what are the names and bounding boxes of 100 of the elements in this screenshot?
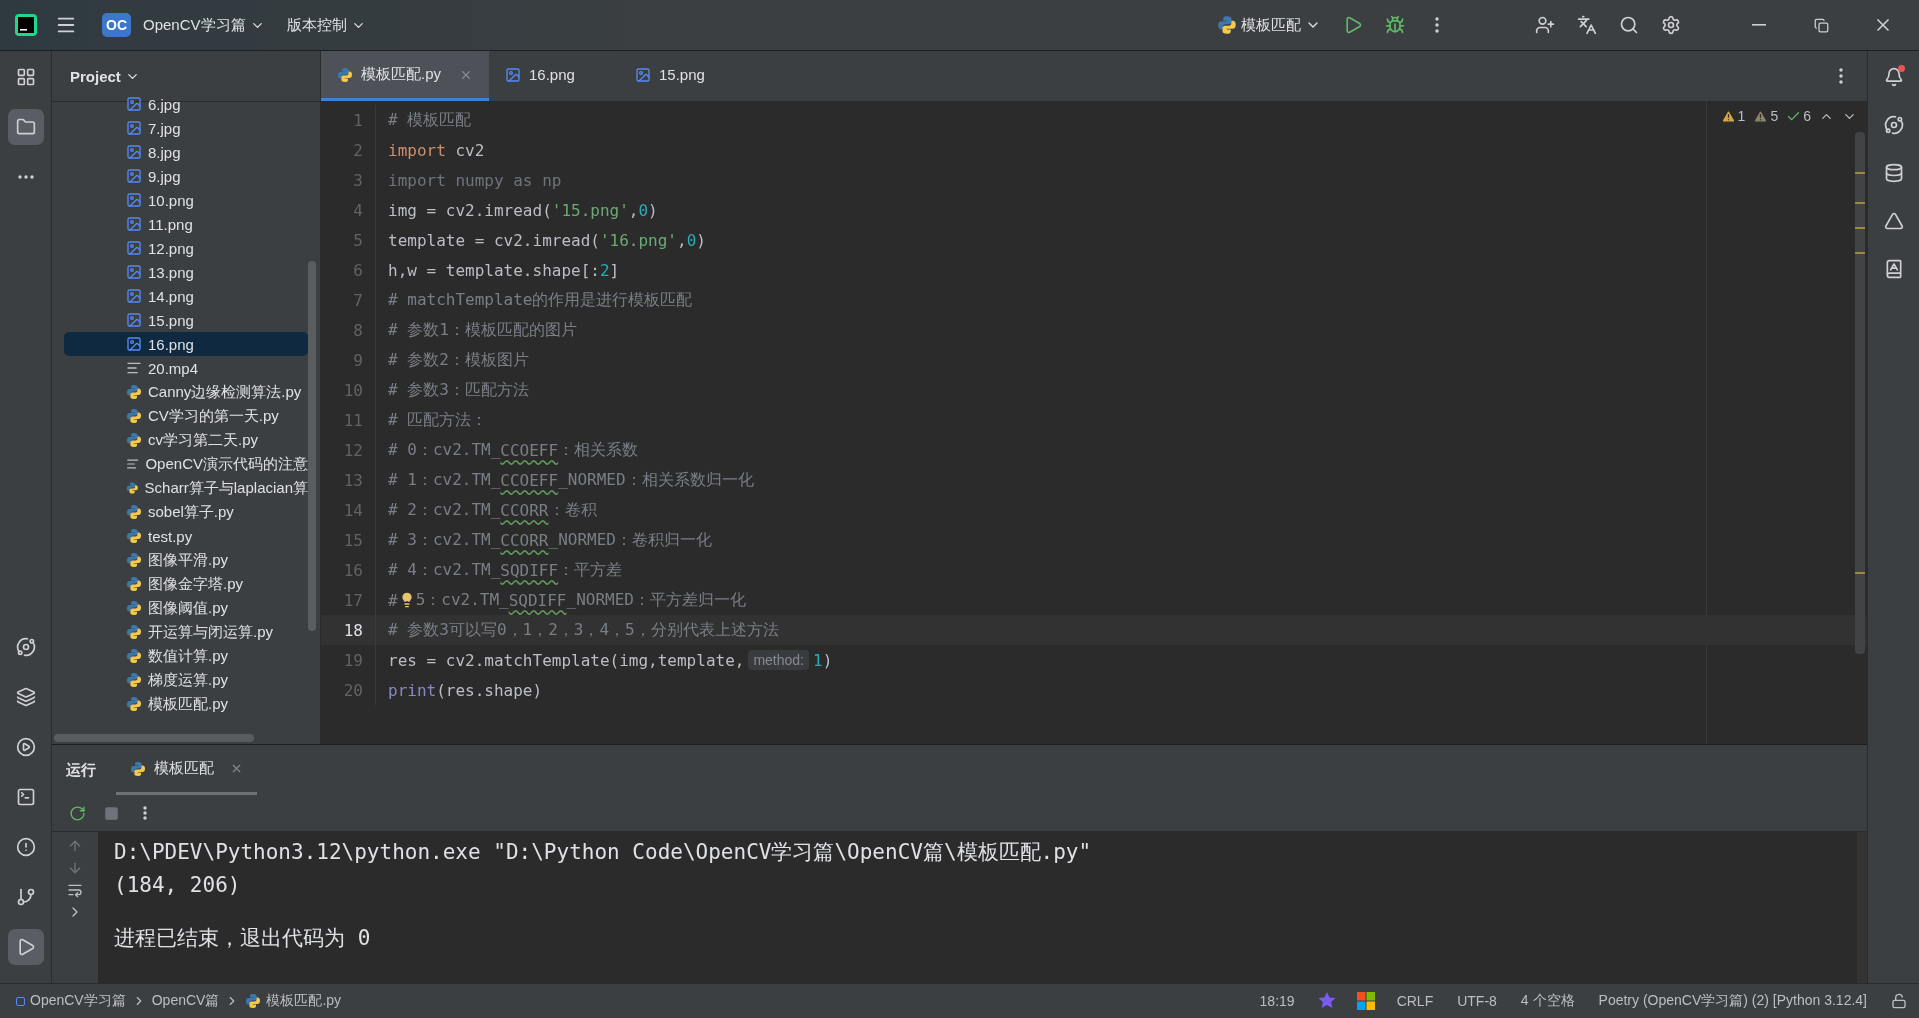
line-number: 17 [342,590,363,610]
line-number: 15 [342,530,363,550]
translate-icon [1577,15,1597,35]
windows-logo-icon[interactable] [1356,992,1375,1010]
image-file-icon [126,288,142,304]
image-file-icon [126,168,142,184]
file-tree-item[interactable]: 梯度运算.py [64,668,308,692]
scrollbar-thumb[interactable] [54,734,254,742]
unlocked-icon[interactable] [1891,993,1907,1009]
soft-wrap-icon[interactable] [67,882,83,898]
line-number: 6 [352,260,363,280]
file-tree-item[interactable]: 15.png [64,308,308,332]
image-file-icon [126,192,142,208]
breadcrumb[interactable]: OpenCV篇 [149,992,222,1010]
orbit-icon [1883,115,1904,135]
run-tool-button[interactable] [7,929,44,965]
indent-setting[interactable]: 4 个空格 [1510,992,1585,1010]
file-tree-item[interactable]: Canny边缘检测算法.py [64,380,308,404]
add-user-icon [1535,15,1555,35]
file-tree-item[interactable]: OpenCV演示代码的注意 [64,452,308,476]
project-tool-button[interactable] [7,109,44,145]
more-icon [1839,68,1843,84]
code-line: # 0：cv2.TM_CCOEFF：相关系数 [388,439,639,461]
file-tree-item[interactable]: 图像阈值.py [64,596,308,620]
file-tree-item[interactable]: test.py [64,524,308,548]
line-number: 18 [342,620,363,640]
line-endings[interactable]: CRLF [1386,993,1444,1009]
code-line: # 4：cv2.TM_SQDIFF：平方差 [388,559,623,581]
run-config-dropdown[interactable]: 模板匹配 [1209,9,1329,41]
editor-tab[interactable]: 16.png [489,51,619,101]
file-tree-item[interactable]: 20.mp4 [64,356,308,380]
file-tree-item[interactable]: 14.png [64,284,308,308]
image-file-icon [635,66,651,83]
inspection-count[interactable]: 6 [1786,108,1811,124]
python-icon [126,504,142,520]
line-number: 16 [342,560,363,580]
breadcrumb[interactable]: 模板匹配.py [243,992,344,1010]
file-tree-item[interactable]: Scharr算子与laplacian算 [64,476,308,500]
file-tree-item[interactable]: 13.png [64,260,308,284]
bell-icon [1883,67,1904,87]
star-logo-icon[interactable] [1316,991,1337,1011]
scrollbar-thumb[interactable] [308,261,316,631]
code-line: # 参数3可以写0，1，2，3，4，5，分别代表上述方法 [388,619,779,641]
file-tree-item[interactable]: 数值计算.py [64,644,308,668]
file-tree-item[interactable]: 图像金字塔.py [64,572,308,596]
code-line: # matchTemplate的作用是进行模板匹配 [388,289,693,311]
file-tree-item[interactable]: 开运算与闭运算.py [64,620,308,644]
file-tree-item[interactable]: cv学习第二天.py [64,428,308,452]
editor-tab[interactable]: 15.png [619,51,749,101]
file-tree-item[interactable]: CV学习的第一天.py [64,404,308,428]
inspection-count[interactable]: 1 [1720,108,1746,124]
line-number: 4 [352,200,363,220]
file-tree-item[interactable]: 7.jpg [64,116,308,140]
line-number: 1 [352,110,363,130]
restore-icon [1813,17,1829,33]
grid-icon [15,67,36,87]
python-icon [126,408,142,424]
file-tree-item[interactable]: 12.png [64,236,308,260]
database-icon [1883,163,1904,183]
file-tree-item[interactable]: 11.png [64,212,308,236]
file-tree-item[interactable]: 9.jpg [64,164,308,188]
text-file-icon [126,360,142,376]
text-file-icon [126,456,140,472]
breadcrumb[interactable]: OpenCV学习篇 [14,992,128,1010]
app-logo-icon[interactable] [14,13,38,37]
project-view-selector[interactable]: Project [64,66,146,86]
scrollbar-track[interactable] [1855,132,1865,654]
code-line: h,w = template.shape[:2] [388,260,620,280]
project-switcher[interactable]: OC OpenCV学习篇 [94,7,273,43]
triangle-icon [1883,211,1904,231]
code-line: # 参数3：匹配方法 [388,379,529,401]
close-tab-icon[interactable] [230,762,243,775]
file-tree-item[interactable]: 图像平滑.py [64,548,308,572]
python-icon [126,600,142,616]
line-number: 10 [342,380,363,400]
file-tree-item[interactable]: 6.jpg [64,92,308,116]
python-icon [126,480,139,496]
file-tree-item[interactable]: 8.jpg [64,140,308,164]
line-number: 12 [342,440,363,460]
folder-icon [15,117,36,137]
project-icon [16,996,25,1006]
console-output-line: D:\PDEV\Python3.12\python.exe "D:\Python Code\OpenCV学习篇\OpenCV篇\模板匹配.py" [114,839,1093,866]
console-output-line: (184, 206) [114,872,242,899]
interpreter-selector[interactable]: Poetry (OpenCV学习篇) (2) [Python 3.12.4] [1588,992,1877,1010]
file-encoding[interactable]: UTF-8 [1447,993,1507,1009]
line-number: 8 [352,320,363,340]
code-line: # 3：cv2.TM_CCORR_NORMED：卷积归一化 [388,529,712,551]
code-line: # 参数1：模板匹配的图片 [388,319,577,341]
image-file-icon [126,120,142,136]
file-tree-item[interactable]: 模板匹配.py [64,692,308,716]
vcs-dropdown[interactable]: 版本控制 [278,9,374,41]
cursor-position[interactable]: 18:19 [1249,993,1305,1009]
file-tree-item[interactable]: sobel算子.py [64,500,308,524]
editor-tab[interactable]: 模板匹配.py [321,51,489,101]
code-line: # 匹配方法： [388,409,488,431]
image-file-icon [505,66,521,83]
play-circle-icon [15,737,36,757]
inspection-count[interactable]: 5 [1753,108,1779,124]
file-tree-item[interactable]: 10.png [64,188,308,212]
file-tree-item[interactable]: 16.png [64,332,308,356]
